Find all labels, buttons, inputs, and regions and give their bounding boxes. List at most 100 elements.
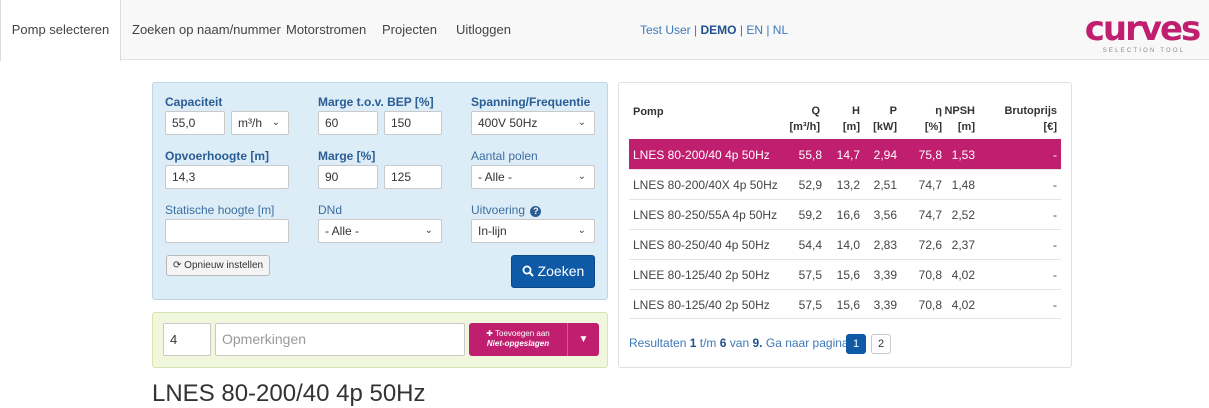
col-header-brutoprijs-name: Brutoprijs bbox=[1004, 105, 1057, 117]
remarks-input[interactable]: Opmerkingen bbox=[215, 323, 465, 356]
add-to-project-button[interactable]: ✚ Toevoegen aan Niet-opgeslagen bbox=[469, 323, 567, 356]
marge-bep-label: Marge t.o.v. BEP [%] bbox=[318, 95, 434, 109]
page-button-1[interactable]: 1 bbox=[846, 334, 866, 354]
dnd-select[interactable]: - Alle - ⌄ bbox=[318, 219, 442, 243]
results-panel: Pomp Q [m³/h] H [m] P [kW] η [%] NPSH [m… bbox=[618, 82, 1072, 368]
capaciteit-label: Capaciteit bbox=[165, 95, 223, 109]
pager-from: 1 bbox=[689, 336, 697, 350]
cell-h: 13,2 bbox=[836, 178, 860, 192]
cell-pomp: LNES 80-250/40 4p 50Hz bbox=[633, 238, 770, 252]
table-row[interactable]: LNES 80-200/40 4p 50Hz 55,8 14,7 2,94 75… bbox=[629, 139, 1061, 169]
search-button-label: Zoeken bbox=[537, 263, 585, 279]
cell-p: 2,83 bbox=[873, 238, 897, 252]
opvoerhoogte-label: Opvoerhoogte [m] bbox=[165, 149, 269, 163]
aantal-polen-label: Aantal polen bbox=[471, 149, 538, 163]
col-header-p-unit: [kW] bbox=[873, 121, 897, 133]
quantity-input[interactable]: 4 bbox=[163, 323, 211, 356]
marge-max-input[interactable]: 125 bbox=[384, 165, 442, 189]
cell-eta: 75,8 bbox=[918, 148, 942, 162]
tab-projecten[interactable]: Projecten bbox=[382, 0, 437, 60]
aantal-polen-select[interactable]: - Alle - ⌄ bbox=[471, 165, 595, 189]
table-row[interactable]: LNES 80-250/55A 4p 50Hz 59,2 16,6 3,56 7… bbox=[629, 199, 1061, 229]
marge-bep-max-input[interactable]: 150 bbox=[384, 111, 442, 135]
marge-min-input[interactable]: 90 bbox=[318, 165, 378, 189]
logo-subtitle: SELECTION TOOL bbox=[1103, 48, 1186, 54]
cell-eta: 74,7 bbox=[918, 208, 942, 222]
aantal-polen-value: - Alle - bbox=[478, 170, 513, 184]
add-dropdown-toggle[interactable]: ▼ bbox=[567, 323, 599, 356]
tab-pomp-selecteren[interactable]: Pomp selecteren bbox=[0, 0, 121, 61]
cell-eta: 72,6 bbox=[918, 238, 942, 252]
cell-eta: 74,7 bbox=[918, 178, 942, 192]
cell-brutoprijs: - bbox=[1053, 238, 1057, 252]
tab-zoeken-op-naam[interactable]: Zoeken op naam/nummer bbox=[132, 0, 281, 60]
col-header-npsh[interactable]: NPSH [m] bbox=[944, 103, 975, 135]
reset-label: Opnieuw instellen bbox=[184, 260, 264, 271]
col-header-npsh-name: NPSH bbox=[944, 105, 975, 117]
language-nl-link[interactable]: NL bbox=[773, 23, 788, 37]
marge-bep-min-input[interactable]: 60 bbox=[318, 111, 378, 135]
cell-npsh: 1,53 bbox=[951, 148, 975, 162]
capaciteit-input[interactable]: 55,0 bbox=[165, 111, 225, 135]
table-row[interactable]: LNES 80-125/40 2p 50Hz 57,5 15,6 3,39 70… bbox=[629, 289, 1061, 319]
statische-hoogte-input[interactable] bbox=[165, 219, 289, 243]
cell-q: 57,5 bbox=[798, 268, 822, 282]
spanning-value: 400V 50Hz bbox=[478, 116, 538, 130]
table-row[interactable]: LNEE 80-125/40 2p 50Hz 57,5 15,6 3,39 70… bbox=[629, 259, 1061, 289]
cell-brutoprijs: - bbox=[1053, 268, 1057, 282]
cell-npsh: 4,02 bbox=[951, 298, 975, 312]
opvoerhoogte-input[interactable]: 14,3 bbox=[165, 165, 289, 189]
search-button[interactable]: Zoeken bbox=[511, 255, 595, 288]
cell-npsh: 2,37 bbox=[951, 238, 975, 252]
dnd-value: - Alle - bbox=[325, 224, 360, 238]
tab-uitloggen[interactable]: Uitloggen bbox=[456, 0, 511, 60]
chevron-down-icon: ⌄ bbox=[577, 225, 586, 236]
col-header-eta[interactable]: η [%] bbox=[925, 103, 942, 135]
spanning-select[interactable]: 400V 50Hz ⌄ bbox=[471, 111, 595, 135]
cell-h: 15,6 bbox=[836, 268, 860, 282]
capaciteit-unit-select[interactable]: m³/h ⌄ bbox=[231, 111, 289, 135]
cell-q: 55,8 bbox=[798, 148, 822, 162]
curves-logo[interactable]: curves SELECTION TOOL bbox=[1080, 10, 1205, 54]
user-name[interactable]: Test User bbox=[640, 23, 691, 37]
col-header-p[interactable]: P [kW] bbox=[873, 103, 897, 135]
cell-pomp: LNES 80-125/40 2p 50Hz bbox=[633, 298, 770, 312]
pagination-info: Resultaten 1 t/m 6 van 9. Ga naar pagina… bbox=[629, 332, 852, 354]
help-icon[interactable]: ? bbox=[530, 206, 542, 217]
uitvoering-value: In-lijn bbox=[478, 224, 507, 238]
chevron-down-icon: ⌄ bbox=[577, 171, 586, 182]
selected-pump-title: LNES 80-200/40 4p 50Hz bbox=[152, 380, 426, 407]
cell-eta: 70,8 bbox=[918, 268, 942, 282]
cell-h: 14,7 bbox=[836, 148, 860, 162]
col-header-brutoprijs-unit: [€] bbox=[1043, 121, 1057, 133]
chevron-down-icon: ⌄ bbox=[271, 117, 280, 128]
cell-brutoprijs: - bbox=[1053, 148, 1057, 162]
cell-p: 3,56 bbox=[873, 208, 897, 222]
user-info: Test User | DEMO | EN | NL bbox=[640, 0, 788, 60]
chevron-down-icon: ⌄ bbox=[577, 117, 586, 128]
cell-p: 2,51 bbox=[873, 178, 897, 192]
table-row[interactable]: LNES 80-250/40 4p 50Hz 54,4 14,0 2,83 72… bbox=[629, 229, 1061, 259]
col-header-brutoprijs[interactable]: Brutoprijs [€] bbox=[1004, 103, 1057, 135]
reset-button[interactable]: ⟳ Opnieuw instellen bbox=[166, 255, 271, 276]
language-en-link[interactable]: EN bbox=[746, 23, 763, 37]
cell-q: 54,4 bbox=[798, 238, 822, 252]
pager-total: 9. bbox=[752, 336, 763, 350]
tab-motorstromen[interactable]: Motorstromen bbox=[286, 0, 366, 60]
capaciteit-unit-value: m³/h bbox=[238, 116, 262, 130]
separator: | bbox=[766, 23, 770, 37]
page-button-2[interactable]: 2 bbox=[871, 334, 891, 354]
separator: | bbox=[739, 23, 743, 37]
top-navigation: Pomp selecteren Zoeken op naam/nummer Mo… bbox=[0, 0, 1209, 61]
table-row[interactable]: LNES 80-200/40X 4p 50Hz 52,9 13,2 2,51 7… bbox=[629, 169, 1061, 199]
uitvoering-select[interactable]: In-lijn ⌄ bbox=[471, 219, 595, 243]
cell-q: 59,2 bbox=[798, 208, 822, 222]
col-header-pomp[interactable]: Pomp bbox=[633, 104, 664, 120]
plus-icon: ✚ bbox=[486, 329, 493, 338]
col-header-h[interactable]: H [m] bbox=[843, 103, 860, 135]
col-header-q[interactable]: Q [m³/h] bbox=[789, 103, 820, 135]
cell-npsh: 2,52 bbox=[951, 208, 975, 222]
cell-p: 3,39 bbox=[873, 298, 897, 312]
cell-h: 16,6 bbox=[836, 208, 860, 222]
cell-p: 2,94 bbox=[873, 148, 897, 162]
